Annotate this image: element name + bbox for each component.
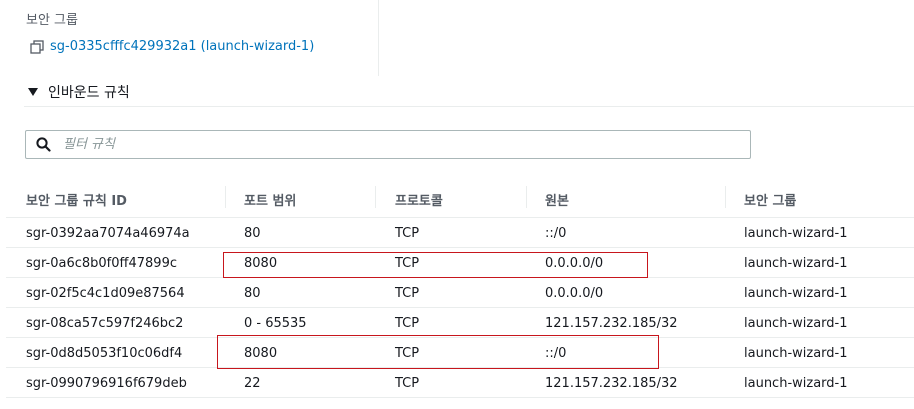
cell-protocol: TCP <box>395 346 420 361</box>
table-row[interactable]: sgr-0990796916f679deb 22 TCP 121.157.232… <box>6 368 914 398</box>
cell-security-group: launch-wizard-1 <box>744 316 848 331</box>
column-separator[interactable] <box>225 186 226 208</box>
cell-port-range: 22 <box>244 376 261 391</box>
column-separator[interactable] <box>725 186 726 208</box>
copy-icon[interactable] <box>30 39 44 54</box>
cell-protocol: TCP <box>395 376 420 391</box>
security-group-summary: 보안 그룹 sg-0335cfffc429932a1 (launch-wizar… <box>0 0 914 76</box>
cell-protocol: TCP <box>395 316 420 331</box>
cell-rule-id: sgr-0a6c8b0f0ff47899c <box>26 256 177 271</box>
cell-security-group: launch-wizard-1 <box>744 286 848 301</box>
filter-search-box[interactable] <box>25 130 751 159</box>
table-row[interactable]: sgr-0d8d5053f10c06df4 8080 TCP ::/0 laun… <box>6 338 914 368</box>
table-row[interactable]: sgr-02f5c4c1d09e87564 80 TCP 0.0.0.0/0 l… <box>6 278 914 308</box>
cell-security-group: launch-wizard-1 <box>744 376 848 391</box>
cell-port-range: 8080 <box>244 256 278 271</box>
cell-protocol: TCP <box>395 256 420 271</box>
cell-port-range: 80 <box>244 286 261 301</box>
table-row[interactable]: sgr-08ca57c597f246bc2 0 - 65535 TCP 121.… <box>6 308 914 338</box>
column-separator[interactable] <box>375 186 376 208</box>
security-group-link[interactable]: sg-0335cfffc429932a1 (launch-wizard-1) <box>50 39 314 54</box>
cell-source: 0.0.0.0/0 <box>545 286 604 301</box>
inbound-rules-table: 보안 그룹 규칙 ID 포트 범위 프로토콜 원본 보안 그룹 sgr-0392… <box>6 176 914 398</box>
inbound-rules-toggle[interactable]: 인바운드 규칙 <box>28 82 130 102</box>
cell-rule-id: sgr-08ca57c597f246bc2 <box>26 316 184 331</box>
cell-source: 0.0.0.0/0 <box>545 256 604 271</box>
table-row[interactable]: sgr-0392aa7074a46974a 80 TCP ::/0 launch… <box>6 218 914 248</box>
search-icon <box>36 137 51 152</box>
cell-rule-id: sgr-0990796916f679deb <box>26 376 187 391</box>
security-group-label: 보안 그룹 <box>26 13 78 28</box>
column-header-security-group[interactable]: 보안 그룹 <box>744 190 796 209</box>
cell-protocol: TCP <box>395 286 420 301</box>
column-header-source[interactable]: 원본 <box>545 190 569 209</box>
cell-port-range: 80 <box>244 226 261 241</box>
section-divider <box>24 106 914 107</box>
cell-source: ::/0 <box>545 346 567 361</box>
cell-source: 121.157.232.185/32 <box>545 316 678 331</box>
cell-port-range: 0 - 65535 <box>244 316 307 331</box>
vertical-divider <box>378 0 379 76</box>
cell-rule-id: sgr-02f5c4c1d09e87564 <box>26 286 185 301</box>
column-header-rule-id[interactable]: 보안 그룹 규칙 ID <box>26 190 127 209</box>
cell-source: 121.157.232.185/32 <box>545 376 678 391</box>
cell-rule-id: sgr-0d8d5053f10c06df4 <box>26 346 183 361</box>
table-header: 보안 그룹 규칙 ID 포트 범위 프로토콜 원본 보안 그룹 <box>6 176 914 218</box>
caret-down-icon <box>28 88 38 96</box>
cell-security-group: launch-wizard-1 <box>744 226 848 241</box>
cell-security-group: launch-wizard-1 <box>744 346 848 361</box>
table-row[interactable]: sgr-0a6c8b0f0ff47899c 8080 TCP 0.0.0.0/0… <box>6 248 914 278</box>
cell-port-range: 8080 <box>244 346 278 361</box>
filter-search-input[interactable] <box>61 136 725 153</box>
inbound-rules-title: 인바운드 규칙 <box>48 85 130 101</box>
cell-source: ::/0 <box>545 226 567 241</box>
security-group-link-row[interactable]: sg-0335cfffc429932a1 (launch-wizard-1) <box>30 39 314 54</box>
cell-protocol: TCP <box>395 226 420 241</box>
column-header-port-range[interactable]: 포트 범위 <box>244 190 296 209</box>
cell-rule-id: sgr-0392aa7074a46974a <box>26 226 190 241</box>
cell-security-group: launch-wizard-1 <box>744 256 848 271</box>
column-separator[interactable] <box>526 186 527 208</box>
column-header-protocol[interactable]: 프로토콜 <box>395 190 443 209</box>
